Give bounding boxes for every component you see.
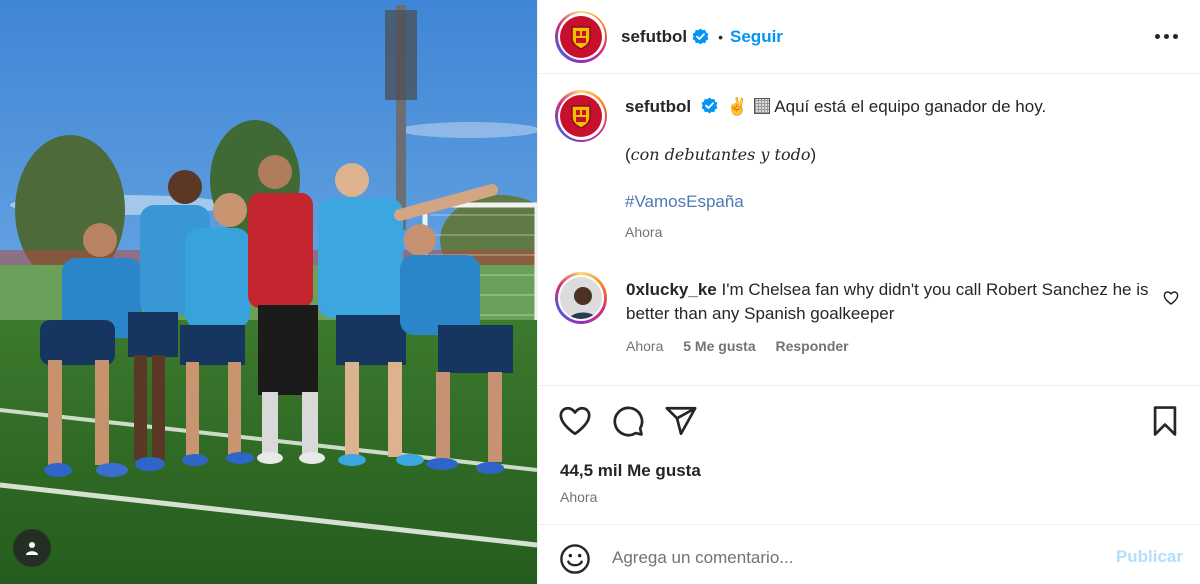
post-time[interactable]: Ahora — [560, 489, 597, 505]
emoji-picker-button[interactable] — [559, 543, 591, 575]
author-avatar[interactable] — [555, 10, 607, 63]
author-username[interactable]: sefutbol — [621, 27, 687, 47]
share-button[interactable] — [664, 404, 698, 438]
placeholder-emoji-icon — [754, 98, 771, 114]
post-sidebar: sefutbol • Seguir sefutbol ✌️ Aquí está … — [537, 0, 1200, 584]
bookmark-icon — [1153, 406, 1177, 436]
comment-meta: Ahora 5 Me gusta Responder — [626, 338, 849, 354]
commenter-username[interactable]: 0xlucky_ke — [626, 280, 717, 299]
share-icon — [665, 406, 697, 436]
comment-body: 0xlucky_ke I'm Chelsea fan why didn't yo… — [626, 278, 1156, 326]
comment-icon — [613, 406, 644, 437]
commenter-avatar-icon — [560, 277, 602, 319]
follow-button[interactable]: Seguir — [730, 27, 783, 47]
caption-username[interactable]: sefutbol — [625, 97, 691, 116]
likes-count[interactable]: 44,5 mil Me gusta — [560, 461, 701, 481]
comment-input[interactable] — [612, 545, 1092, 571]
heart-icon — [559, 406, 591, 436]
user-tag-button[interactable] — [13, 529, 51, 567]
caption-italic-line: (con debutantes y todo) — [625, 145, 817, 164]
add-comment-bar: Publicar — [538, 524, 1200, 584]
caption: sefutbol ✌️ Aquí está el equipo ganador … — [555, 90, 1185, 244]
reply-button[interactable]: Responder — [776, 338, 849, 354]
save-button[interactable] — [1148, 404, 1182, 438]
team-photo-image — [0, 0, 537, 584]
commenter-avatar[interactable] — [555, 272, 607, 324]
publish-button[interactable]: Publicar — [1116, 547, 1183, 567]
post-dialog: sefutbol • Seguir sefutbol ✌️ Aquí está … — [0, 0, 1200, 584]
separator-dot: • — [718, 28, 724, 45]
caption-text: Aquí está el equipo ganador de hoy. — [774, 97, 1047, 116]
post-actions: 44,5 mil Me gusta Ahora — [538, 385, 1200, 525]
emoji-icon — [560, 544, 590, 574]
crest-logo-icon — [560, 15, 602, 58]
victory-emoji: ✌️ — [726, 97, 748, 116]
like-button[interactable] — [558, 404, 592, 438]
comment-time[interactable]: Ahora — [626, 338, 663, 354]
comment-item: 0xlucky_ke I'm Chelsea fan why didn't yo… — [538, 272, 1200, 372]
post-header: sefutbol • Seguir — [538, 0, 1200, 74]
caption-avatar[interactable] — [555, 90, 607, 142]
post-photo[interactable] — [0, 0, 537, 584]
comment-like-button[interactable] — [1163, 290, 1179, 311]
more-icon — [1154, 33, 1160, 39]
verified-badge-icon — [692, 28, 709, 45]
more-options-button[interactable] — [1151, 24, 1181, 48]
crest-logo-icon — [560, 95, 602, 137]
comment-button[interactable] — [611, 404, 645, 438]
heart-icon — [1163, 291, 1179, 305]
hashtag-link[interactable]: #VamosEspaña — [625, 192, 744, 211]
user-tag-icon — [26, 542, 38, 555]
comment-likes[interactable]: 5 Me gusta — [683, 338, 755, 354]
caption-time[interactable]: Ahora — [625, 224, 662, 240]
verified-badge-icon — [701, 97, 718, 114]
